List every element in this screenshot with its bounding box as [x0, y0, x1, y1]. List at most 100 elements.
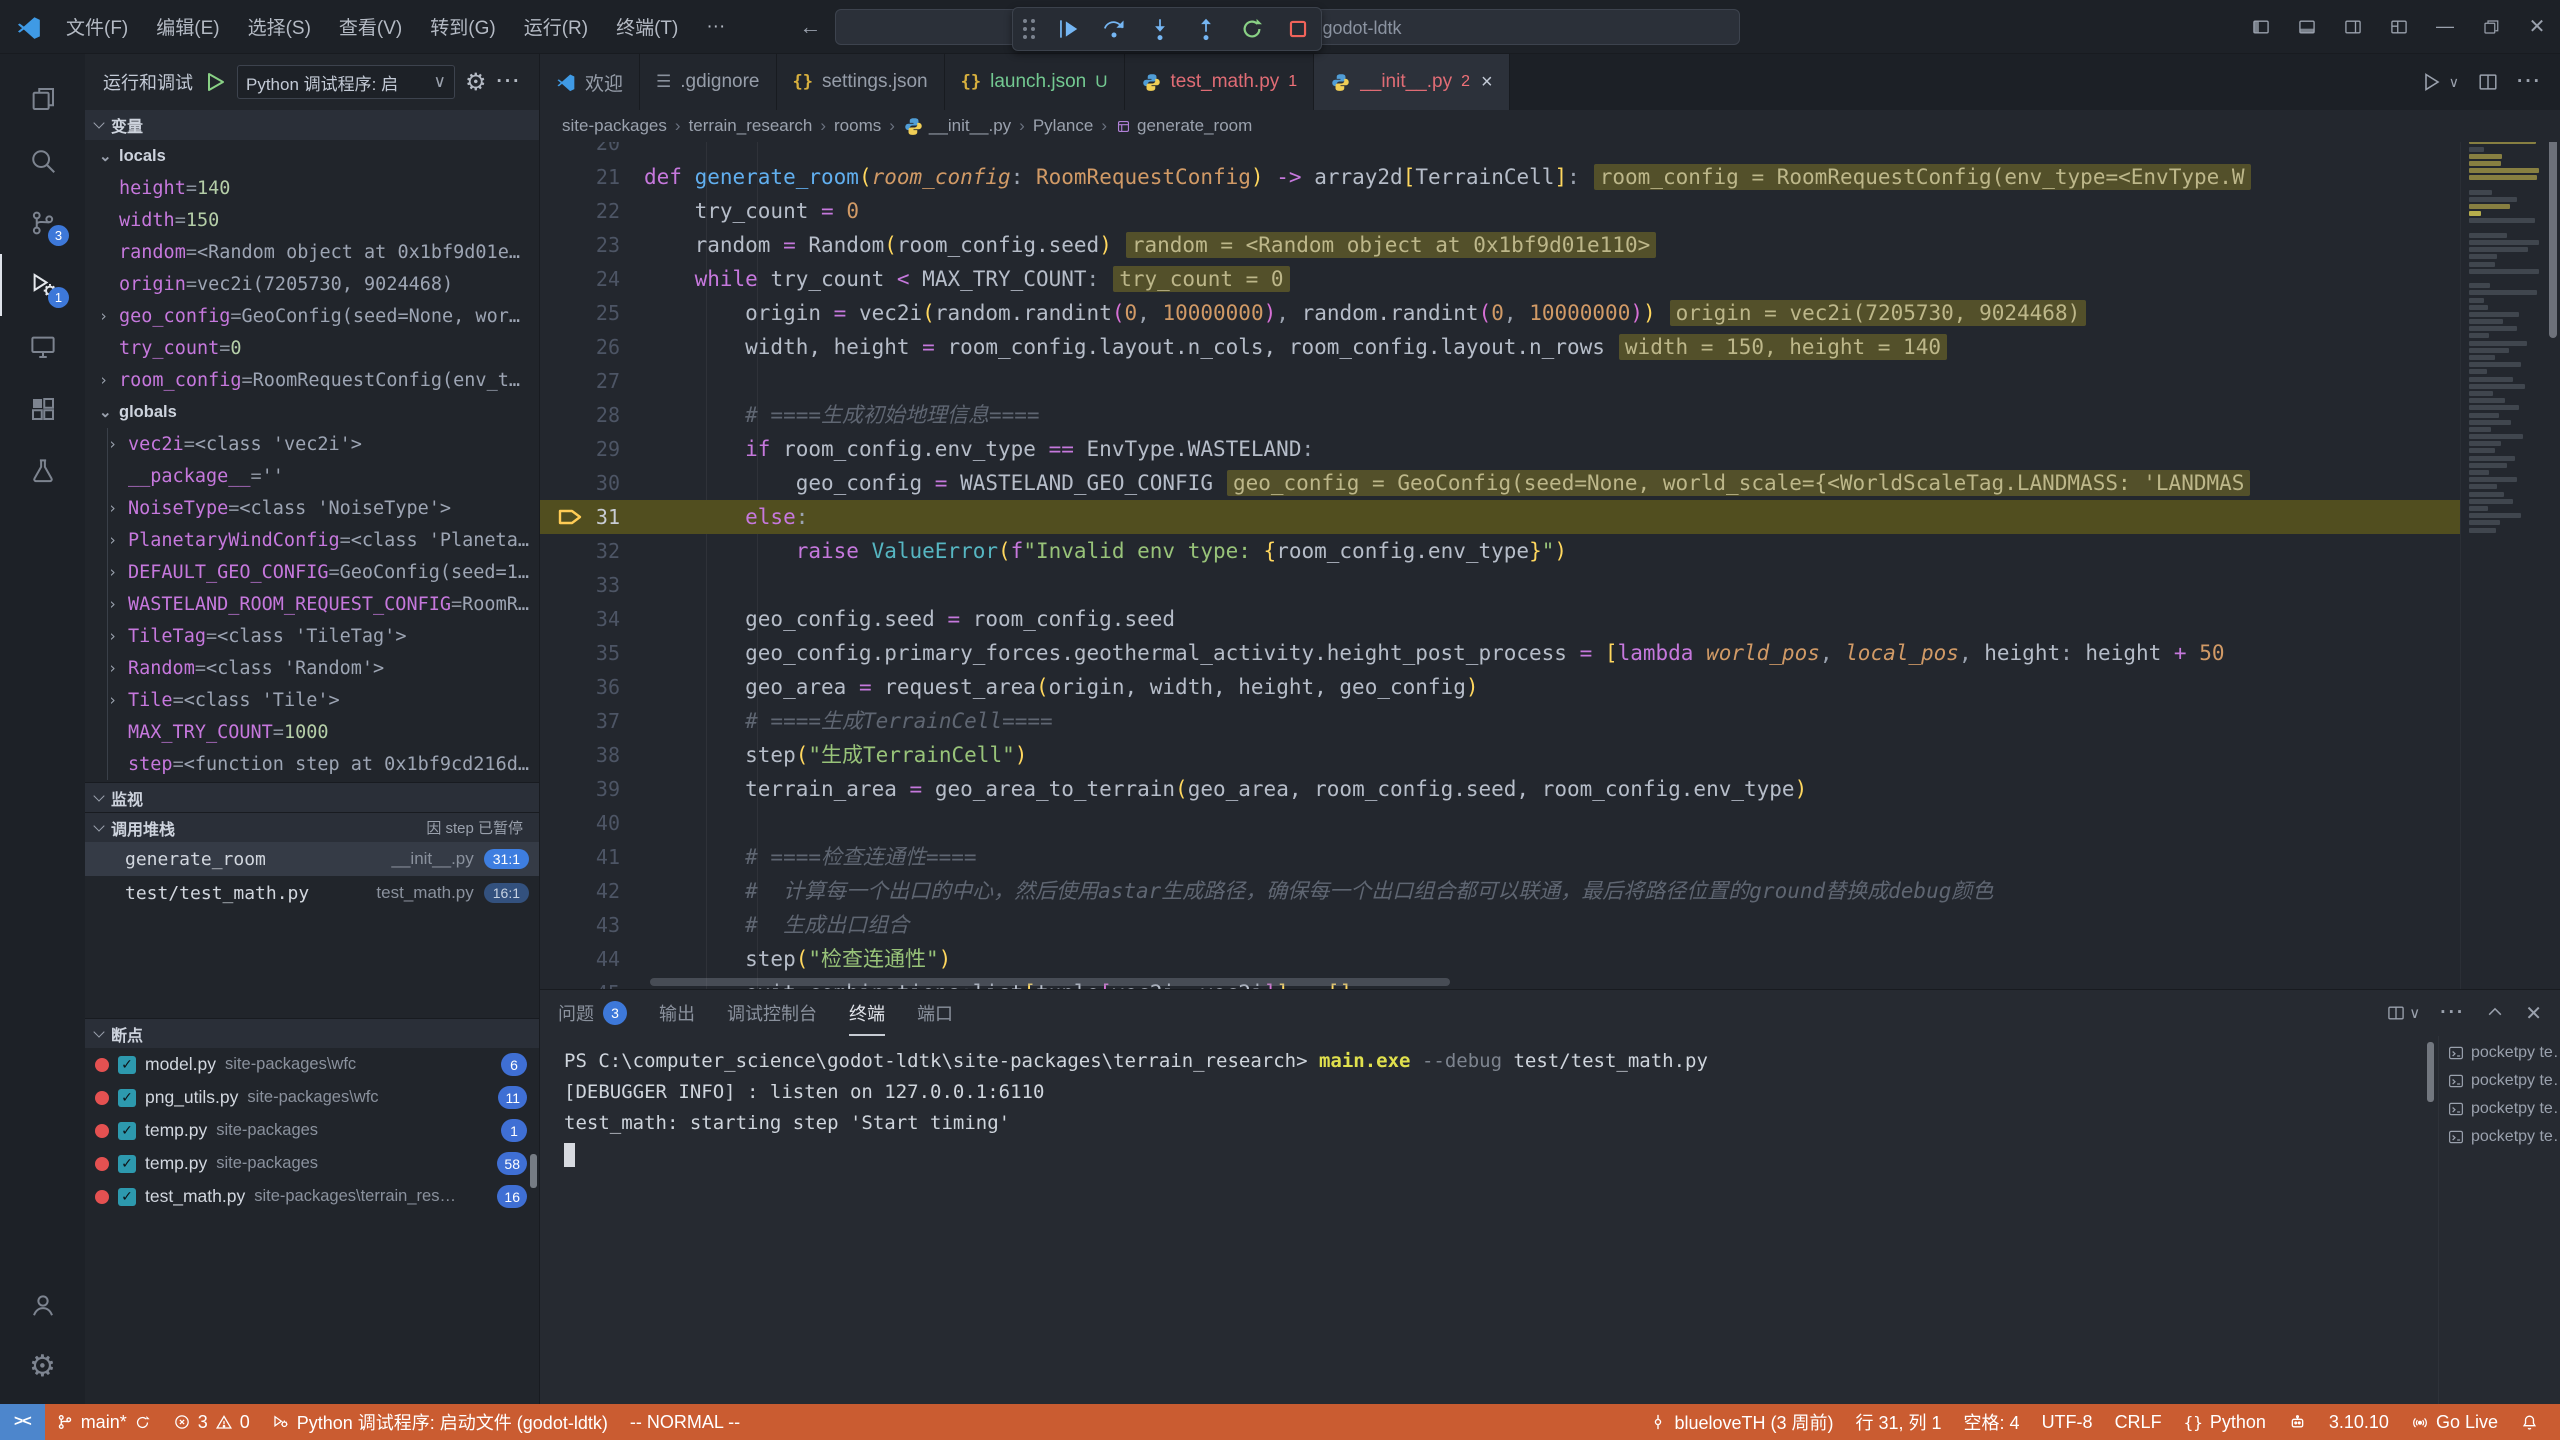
debug-config-select[interactable]: Python 调试程序: 启 ∨ [237, 65, 455, 99]
line-number[interactable]: 45 [540, 976, 644, 989]
code-line-25[interactable]: origin = vec2i(random.randint(0, 1000000… [644, 296, 2460, 330]
variable-row[interactable]: height = 140 [85, 172, 539, 204]
tab-settings.json[interactable]: {}settings.json [777, 54, 945, 110]
breakpoint-row[interactable]: ✓ test_math.py site-packages\terrain_res… [85, 1180, 539, 1213]
code-line-30[interactable]: geo_config = WASTELAND_GEO_CONFIGgeo_con… [644, 466, 2460, 500]
breadcrumb-item[interactable]: site-packages [562, 116, 667, 136]
breadcrumb-item[interactable]: rooms [834, 116, 881, 136]
debug-toolbar-grip[interactable] [1023, 19, 1035, 39]
breadcrumb-item[interactable]: terrain_research [689, 116, 813, 136]
line-number[interactable]: 23 [540, 228, 644, 262]
more-actions-icon[interactable]: ··· [497, 71, 522, 93]
panel-tab-输出[interactable]: 输出 [659, 990, 695, 1036]
step-out-icon[interactable] [1193, 16, 1219, 42]
tab-__init__.py[interactable]: __init__.py2× [1314, 54, 1510, 110]
code-line-20[interactable] [644, 142, 2460, 160]
variable-row[interactable]: ›Tile = <class 'Tile'> [108, 684, 539, 716]
eol-sequence[interactable]: CRLF [2104, 1404, 2173, 1440]
code-line-34[interactable]: geo_config.seed = room_config.seed [644, 602, 2460, 636]
git-branch-item[interactable]: main* [45, 1404, 162, 1440]
line-number[interactable]: 37 [540, 704, 644, 738]
menu-item-3[interactable]: 查看(V) [325, 0, 416, 53]
tab-close-icon[interactable]: × [1481, 71, 1493, 94]
line-number[interactable]: 42 [540, 874, 644, 908]
terminal-scrollbar[interactable] [2427, 1042, 2434, 1102]
notifications-bell-icon[interactable] [2509, 1404, 2550, 1440]
line-number[interactable]: 22 [540, 194, 644, 228]
variable-row[interactable]: try_count = 0 [85, 332, 539, 364]
line-number[interactable]: 20 [540, 142, 644, 160]
code-area[interactable]: def generate_room(room_config: RoomReque… [644, 142, 2460, 989]
code-line-43[interactable]: # 生成出口组合 [644, 908, 2460, 942]
run-icon[interactable] [2419, 70, 2443, 94]
line-number[interactable]: 31 [540, 500, 644, 534]
code-line-31[interactable]: else: [644, 500, 2460, 534]
menu-item-7[interactable]: ··· [692, 0, 739, 53]
breakpoint-checkbox[interactable]: ✓ [118, 1089, 136, 1107]
line-number[interactable]: 39 [540, 772, 644, 806]
breadcrumb-item[interactable]: Pylance [1033, 116, 1093, 136]
code-line-40[interactable] [644, 806, 2460, 840]
watch-header[interactable]: 监视 [85, 782, 539, 812]
line-number[interactable]: 40 [540, 806, 644, 840]
code-line-26[interactable]: width, height = room_config.layout.n_col… [644, 330, 2460, 364]
minimap[interactable] [2460, 142, 2546, 989]
variable-row[interactable]: step = <function step at 0x1bf9cd216d… [108, 748, 539, 780]
code-line-23[interactable]: random = Random(room_config.seed)random … [644, 228, 2460, 262]
variable-row[interactable]: width = 150 [85, 204, 539, 236]
customize-layout-icon[interactable] [2376, 0, 2422, 53]
scope-globals[interactable]: ⌄globals [85, 396, 539, 428]
split-editor-icon[interactable] [2477, 71, 2499, 93]
variable-row[interactable]: ›WASTELAND_ROOM_REQUEST_CONFIG = RoomR… [108, 588, 539, 620]
sidebar-scrollbar[interactable] [530, 1154, 537, 1188]
debug-start-icon[interactable] [203, 70, 227, 94]
terminal-instance[interactable]: pocketpy te… [2439, 1128, 2560, 1146]
line-number[interactable]: 44 [540, 942, 644, 976]
breakpoint-row[interactable]: ✓ model.py site-packages\wfc 6 [85, 1048, 539, 1081]
panel-more-icon[interactable]: ··· [2440, 1002, 2465, 1024]
code-line-32[interactable]: raise ValueError(f"Invalid env type: {ro… [644, 534, 2460, 568]
line-number[interactable]: 21 [540, 160, 644, 194]
panel-tab-调试控制台[interactable]: 调试控制台 [727, 990, 817, 1036]
gear-icon[interactable]: ⚙ [465, 68, 487, 97]
remote-indicator[interactable]: >< [0, 1404, 45, 1440]
variables-header[interactable]: 变量 [85, 110, 539, 140]
code-line-39[interactable]: terrain_area = geo_area_to_terrain(geo_a… [644, 772, 2460, 806]
code-line-27[interactable] [644, 364, 2460, 398]
toggle-sidebar-icon[interactable] [2238, 0, 2284, 53]
panel-tab-终端[interactable]: 终端 [849, 990, 885, 1036]
panel-tab-问题[interactable]: 问题3 [558, 990, 627, 1036]
code-line-41[interactable]: # ====检查连通性==== [644, 840, 2460, 874]
cursor-position[interactable]: 行 31, 列 1 [1845, 1404, 1953, 1440]
code-line-24[interactable]: while try_count < MAX_TRY_COUNT:try_coun… [644, 262, 2460, 296]
breakpoint-checkbox[interactable]: ✓ [118, 1155, 136, 1173]
horizontal-scrollbar[interactable] [650, 978, 1450, 986]
line-number[interactable]: 43 [540, 908, 644, 942]
activity-settings-gear-icon[interactable]: ⚙ [0, 1336, 85, 1398]
menu-item-4[interactable]: 转到(G) [416, 0, 509, 53]
variable-row[interactable]: ›NoiseType = <class 'NoiseType'> [108, 492, 539, 524]
tab-欢迎[interactable]: 欢迎 [540, 54, 640, 110]
window-minimize-icon[interactable]: — [2422, 0, 2468, 53]
activity-extensions-icon[interactable] [0, 378, 85, 440]
terminal-output[interactable]: PS C:\computer_science\godot-ldtk\site-p… [540, 1036, 2438, 1404]
activity-remote-explorer-icon[interactable] [0, 316, 85, 378]
code-line-35[interactable]: geo_config.primary_forces.geothermal_act… [644, 636, 2460, 670]
breakpoint-row[interactable]: ✓ temp.py site-packages 1 [85, 1114, 539, 1147]
run-dropdown-icon[interactable]: ∨ [2449, 74, 2459, 91]
terminal-instance[interactable]: pocketpy te… [2439, 1072, 2560, 1090]
nav-back-icon[interactable]: ← [799, 14, 821, 40]
continue-icon[interactable] [1055, 16, 1081, 42]
variable-row[interactable]: ›Random = <class 'Random'> [108, 652, 539, 684]
tab-launch.json[interactable]: {}launch.jsonU [945, 54, 1125, 110]
variable-row[interactable]: ›DEFAULT_GEO_CONFIG = GeoConfig(seed=1… [108, 556, 539, 588]
code-line-36[interactable]: geo_area = request_area(origin, width, h… [644, 670, 2460, 704]
restart-icon[interactable] [1239, 16, 1265, 42]
go-live-item[interactable]: Go Live [2400, 1404, 2509, 1440]
line-number[interactable]: 41 [540, 840, 644, 874]
breadcrumb-item[interactable]: __init__.py [903, 116, 1011, 137]
code-line-42[interactable]: # 计算每一个出口的中心，然后使用astar生成路径，确保每一个出口组合都可以联… [644, 874, 2460, 908]
callstack-header[interactable]: 调用堆栈 因 step 已暂停 [85, 812, 539, 842]
language-mode[interactable]: {} Python [2173, 1404, 2277, 1440]
stop-icon[interactable] [1285, 16, 1311, 42]
